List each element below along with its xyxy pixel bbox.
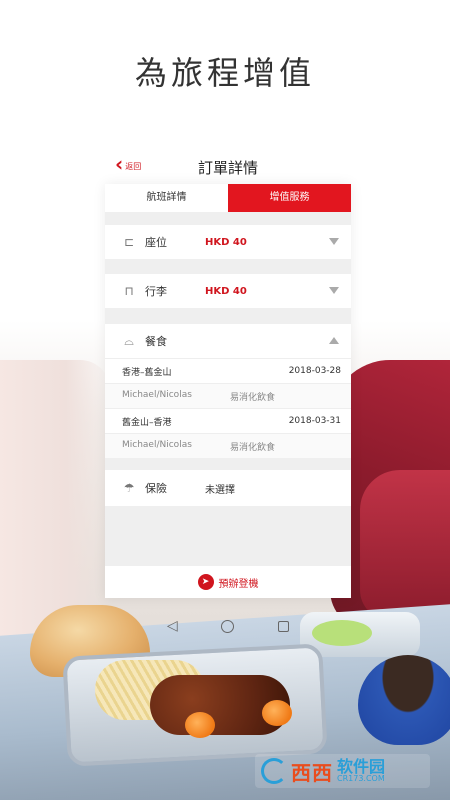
- baggage-label: 行李: [145, 285, 167, 298]
- route-text: 舊金山–香港: [122, 417, 172, 428]
- carrot: [185, 712, 215, 738]
- insurance-label: 保險: [145, 482, 167, 495]
- checkin-label: 預辦登機: [218, 578, 259, 590]
- passenger-name: Michael/Nicolas: [122, 439, 192, 450]
- chevron-down-icon[interactable]: [329, 238, 339, 245]
- promo-headline: 為旅程增值: [134, 54, 315, 92]
- order-detail-screen: 航班詳情 增值服務 ⊏ 座位 HKD 40 ⊓ 行李 HKD 40 ⌓ 餐食 香…: [105, 184, 351, 598]
- watermark-site: 软件园: [337, 757, 386, 776]
- red-seat-back: [360, 470, 450, 620]
- umbrella-icon: ☂: [123, 481, 135, 495]
- luggage-icon: ⊓: [124, 284, 134, 298]
- meal-label: 餐食: [145, 335, 167, 348]
- chevron-up-icon[interactable]: [329, 337, 339, 344]
- baggage-price: HKD 40: [205, 285, 247, 297]
- meal-choice: 易消化飲食: [230, 442, 276, 453]
- tab-bar: 航班詳情 增值服務: [105, 184, 351, 212]
- meal-leg-passenger: Michael/Nicolas 易消化飲食: [105, 433, 351, 458]
- watermark-url: CR173.COM: [337, 774, 385, 783]
- seat-row[interactable]: ⊏ 座位 HKD 40: [105, 225, 351, 259]
- baggage-row[interactable]: ⊓ 行李 HKD 40: [105, 274, 351, 308]
- meal-cloche-icon: ⌓: [124, 333, 134, 348]
- watermark-name: 西西: [291, 760, 333, 785]
- meal-leg-route: 香港–舊金山 2018-03-28: [105, 358, 351, 383]
- watermark-c-icon: [261, 758, 287, 784]
- carrot: [262, 700, 292, 726]
- recents-square-icon[interactable]: [278, 620, 290, 632]
- seat-label: 座位: [145, 236, 167, 249]
- meal-row[interactable]: ⌓ 餐食: [105, 324, 351, 358]
- page-title: 訂單詳情: [197, 159, 258, 177]
- flight-date: 2018-03-28: [288, 366, 341, 376]
- meal-leg-route: 舊金山–香港 2018-03-31: [105, 408, 351, 433]
- checkin-button[interactable]: ➤ 預辦登機: [105, 566, 351, 598]
- flight-date: 2018-03-31: [288, 416, 341, 426]
- seat-icon: ⊏: [123, 235, 135, 249]
- coffee-cup: [358, 655, 450, 745]
- tab-value-added-services[interactable]: 增值服務: [228, 184, 351, 212]
- watermark-text: 软件园 CR173.COM: [337, 759, 385, 783]
- passenger-name: Michael/Nicolas: [122, 389, 192, 400]
- home-circle-icon[interactable]: [221, 619, 235, 633]
- seat-price: HKD 40: [205, 236, 247, 248]
- plane-icon: ➤: [197, 574, 214, 590]
- tab-flight-details[interactable]: 航班詳情: [105, 184, 228, 212]
- system-nav-bar: ◁: [105, 604, 351, 648]
- back-triangle-icon[interactable]: ◁: [167, 618, 178, 634]
- meal-leg-passenger: Michael/Nicolas 易消化飲食: [105, 383, 351, 408]
- insurance-value: 未選擇: [205, 484, 235, 496]
- route-text: 香港–舊金山: [122, 367, 172, 378]
- app-header: ‹ 返回 訂單詳情: [105, 148, 351, 184]
- chevron-down-icon[interactable]: [329, 287, 339, 294]
- insurance-row[interactable]: ☂ 保險 未選擇: [105, 470, 351, 506]
- watermark-logo: 西西 软件园 CR173.COM: [255, 754, 430, 788]
- meal-choice: 易消化飲食: [230, 392, 276, 403]
